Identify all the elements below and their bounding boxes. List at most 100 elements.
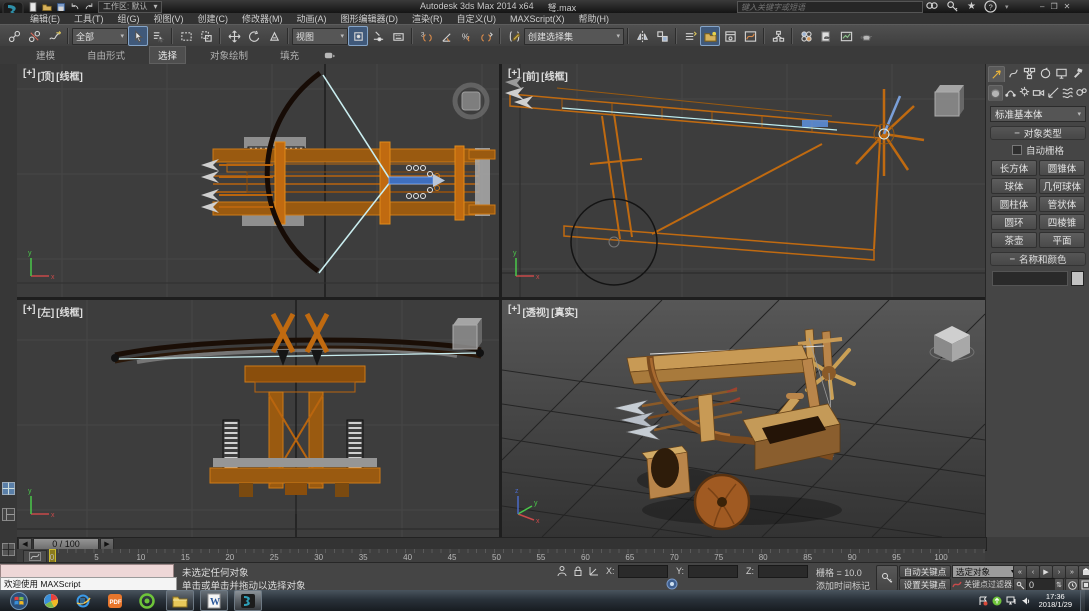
graphite-ribbon-toggle-icon[interactable] (720, 26, 740, 46)
spinner-snap-toggle-icon[interactable] (476, 26, 496, 46)
help-icon[interactable]: ? (984, 0, 997, 13)
tab-create[interactable] (988, 66, 1005, 82)
search-communities-icon[interactable] (925, 0, 938, 13)
unlink-selection-icon[interactable] (24, 26, 44, 46)
sign-in-icon[interactable] (946, 0, 959, 13)
cylinder-button[interactable]: 圆柱体 (991, 196, 1037, 212)
go-to-start-button[interactable]: « (1013, 565, 1027, 579)
ribbon-tab-selection[interactable]: 选择 (149, 46, 186, 64)
track-bar[interactable]: 0510152025303540455055606570758085909510… (17, 549, 985, 563)
zoom-extents-icon[interactable] (1078, 565, 1089, 579)
taskbar-app-3dsmax-icon[interactable] (234, 590, 262, 611)
category-shapes[interactable] (1004, 85, 1017, 100)
x-coordinate-field[interactable] (618, 565, 668, 578)
viewport-shading-menu[interactable]: [线框] (56, 68, 83, 83)
named-selection-sets-dropdown[interactable]: 创建选择集▾ (524, 28, 624, 45)
taskbar-app-360-icon[interactable] (38, 591, 64, 610)
geosphere-button[interactable]: 几何球体 (1039, 178, 1085, 194)
cone-button[interactable]: 圆锥体 (1039, 160, 1085, 176)
object-color-swatch[interactable] (1071, 271, 1084, 286)
viewport-menu-plus[interactable]: [+] (508, 304, 521, 319)
ribbon-tab-freeform[interactable]: 自由形式 (79, 47, 133, 63)
viewport-menu-plus[interactable]: [+] (508, 68, 521, 83)
torus-button[interactable]: 圆环 (991, 214, 1037, 230)
chevron-down-icon[interactable]: ▾ (1005, 3, 1009, 11)
viewport-front[interactable]: [+] [前] [线框] (502, 64, 985, 297)
viewport-layouts-button[interactable] (0, 537, 17, 562)
viewport-left[interactable]: [+] [左] [线框] (17, 300, 499, 537)
network-tray-icon[interactable] (1006, 596, 1017, 606)
y-coordinate-field[interactable] (688, 565, 738, 578)
viewport-shading-menu[interactable]: [线框] (541, 68, 568, 83)
auto-key-button[interactable]: 自动关键点 (899, 565, 951, 578)
go-to-end-button[interactable]: » (1065, 565, 1079, 579)
play-button[interactable]: ▶ (1039, 565, 1053, 579)
render-production-icon[interactable] (856, 26, 876, 46)
select-by-name-icon[interactable] (148, 26, 168, 46)
tab-display[interactable] (1054, 66, 1069, 81)
tube-button[interactable]: 管状体 (1039, 196, 1085, 212)
taskbar-app-pdf-icon[interactable]: PDF (102, 591, 128, 610)
pyramid-button[interactable]: 四棱锥 (1039, 214, 1085, 230)
viewport-name-menu[interactable]: [左] (38, 304, 55, 319)
set-keys-button[interactable] (876, 565, 898, 591)
workspace-dropdown[interactable]: 工作区: 默认 ▾ (98, 1, 162, 13)
tab-utilities[interactable] (1070, 66, 1085, 81)
close-button[interactable]: ✕ (1064, 2, 1071, 11)
select-and-move-icon[interactable] (224, 26, 244, 46)
viewport-top[interactable]: [+] [顶] [线框] (17, 64, 499, 297)
maxscript-mini-listener-output[interactable] (0, 564, 174, 578)
ribbon-tab-object-paint[interactable]: 对象绘制 (202, 47, 256, 63)
track-bar-ruler[interactable]: 0510152025303540455055606570758085909510… (49, 549, 985, 562)
selection-filter-dropdown[interactable]: 全部▾ (72, 28, 128, 45)
redo-icon[interactable] (84, 2, 94, 12)
next-frame-button[interactable]: › (1052, 565, 1066, 579)
maxscript-mini-listener-input[interactable]: 欢迎使用 MAXScript (0, 577, 177, 591)
select-and-scale-icon[interactable] (264, 26, 284, 46)
taskbar-clock[interactable]: 17:36 2018/1/29 (1039, 593, 1072, 609)
viewport-shading-menu[interactable]: [真实] (551, 304, 578, 319)
populate-tools-icon[interactable] (323, 49, 336, 62)
material-editor-icon[interactable] (796, 26, 816, 46)
reference-coordinate-system-dropdown[interactable]: 视图▾ (292, 28, 348, 45)
selection-lock-toggle-icon[interactable] (556, 565, 568, 577)
category-geometry[interactable] (988, 85, 1003, 101)
plane-button[interactable]: 平面 (1039, 232, 1085, 248)
show-desktop-button[interactable] (1080, 590, 1085, 611)
undo-icon[interactable] (70, 2, 80, 12)
viewport-menu-plus[interactable]: [+] (23, 304, 36, 319)
viewport-top-canvas[interactable]: x y (17, 64, 499, 297)
tab-motion[interactable] (1038, 66, 1053, 81)
viewport-layout-tab-b-icon[interactable] (2, 508, 15, 521)
angle-snap-toggle-icon[interactable] (436, 26, 456, 46)
transform-lock-icon[interactable] (572, 565, 584, 577)
box-button[interactable]: 长方体 (991, 160, 1037, 176)
viewport-menu-plus[interactable]: [+] (23, 68, 36, 83)
select-and-manipulate-icon[interactable] (368, 26, 388, 46)
category-systems[interactable] (1075, 85, 1088, 100)
volume-tray-icon[interactable] (1021, 596, 1031, 606)
rendered-frame-window-icon[interactable] (836, 26, 856, 46)
absolute-mode-transform-icon[interactable] (588, 565, 600, 577)
save-icon[interactable] (56, 2, 66, 12)
keyboard-shortcut-override-icon[interactable] (388, 26, 408, 46)
minimize-button[interactable]: – (1040, 2, 1044, 11)
viewport-perspective-canvas[interactable]: x y z (502, 300, 985, 537)
previous-frame-button[interactable]: ‹ (1026, 565, 1040, 579)
name-color-rollout[interactable]: − 名称和颜色 (990, 252, 1086, 266)
key-mode-dropdown[interactable]: 选定对象▾ (952, 565, 1018, 578)
edit-named-selection-sets-icon[interactable] (504, 26, 524, 46)
render-setup-icon[interactable] (816, 26, 836, 46)
autogrid-checkbox[interactable] (1012, 145, 1022, 155)
viewport-front-canvas[interactable]: x y (502, 64, 985, 297)
ribbon-tab-populate[interactable]: 填充 (272, 47, 307, 63)
tab-hierarchy[interactable] (1022, 66, 1037, 81)
object-type-rollout[interactable]: − 对象类型 (990, 126, 1086, 140)
layer-explorer-icon[interactable] (700, 26, 720, 46)
menu-maxscript[interactable]: MAXScript(X) (510, 14, 565, 24)
use-pivot-point-center-icon[interactable] (348, 26, 368, 46)
taskbar-app-explorer-icon[interactable] (166, 590, 194, 611)
start-button[interactable] (6, 591, 32, 610)
curve-editor-icon[interactable] (740, 26, 760, 46)
category-helpers[interactable] (1047, 85, 1060, 100)
